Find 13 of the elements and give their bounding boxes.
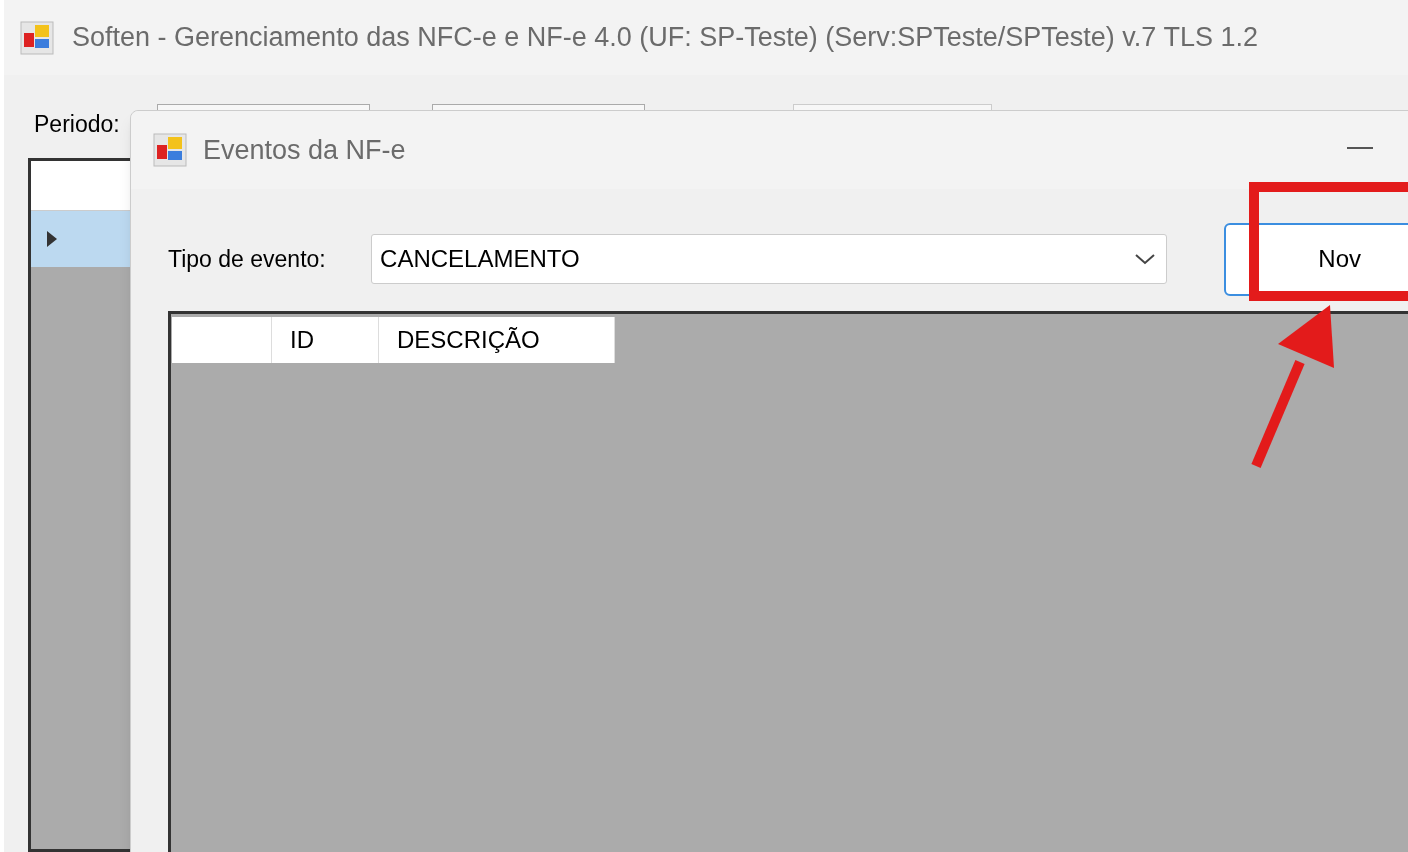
period-label: Periodo:: [34, 113, 120, 136]
window-title: Soften - Gerenciamento das NFC-e e NF-e 4.0 (UF: SP-Teste) (Serv:SPTeste/SPTeste) v.7 TLS 1.2: [72, 21, 1258, 55]
chevron-down-icon: [1134, 253, 1157, 265]
new-button[interactable]: Nov: [1224, 222, 1408, 296]
dialog-title: Eventos da NF-e: [203, 133, 406, 167]
event-type-label: Tipo de evento:: [168, 244, 327, 274]
app-icon: [20, 20, 54, 55]
event-type-dropdown[interactable]: CANCELAMENTO: [371, 234, 1168, 284]
app-icon: [153, 133, 187, 167]
column-header[interactable]: DESCRIÇÃO: [379, 317, 615, 363]
column-header[interactable]: ID: [272, 317, 379, 363]
minimize-icon[interactable]: [1347, 147, 1373, 149]
row-pointer-icon: [45, 229, 59, 249]
